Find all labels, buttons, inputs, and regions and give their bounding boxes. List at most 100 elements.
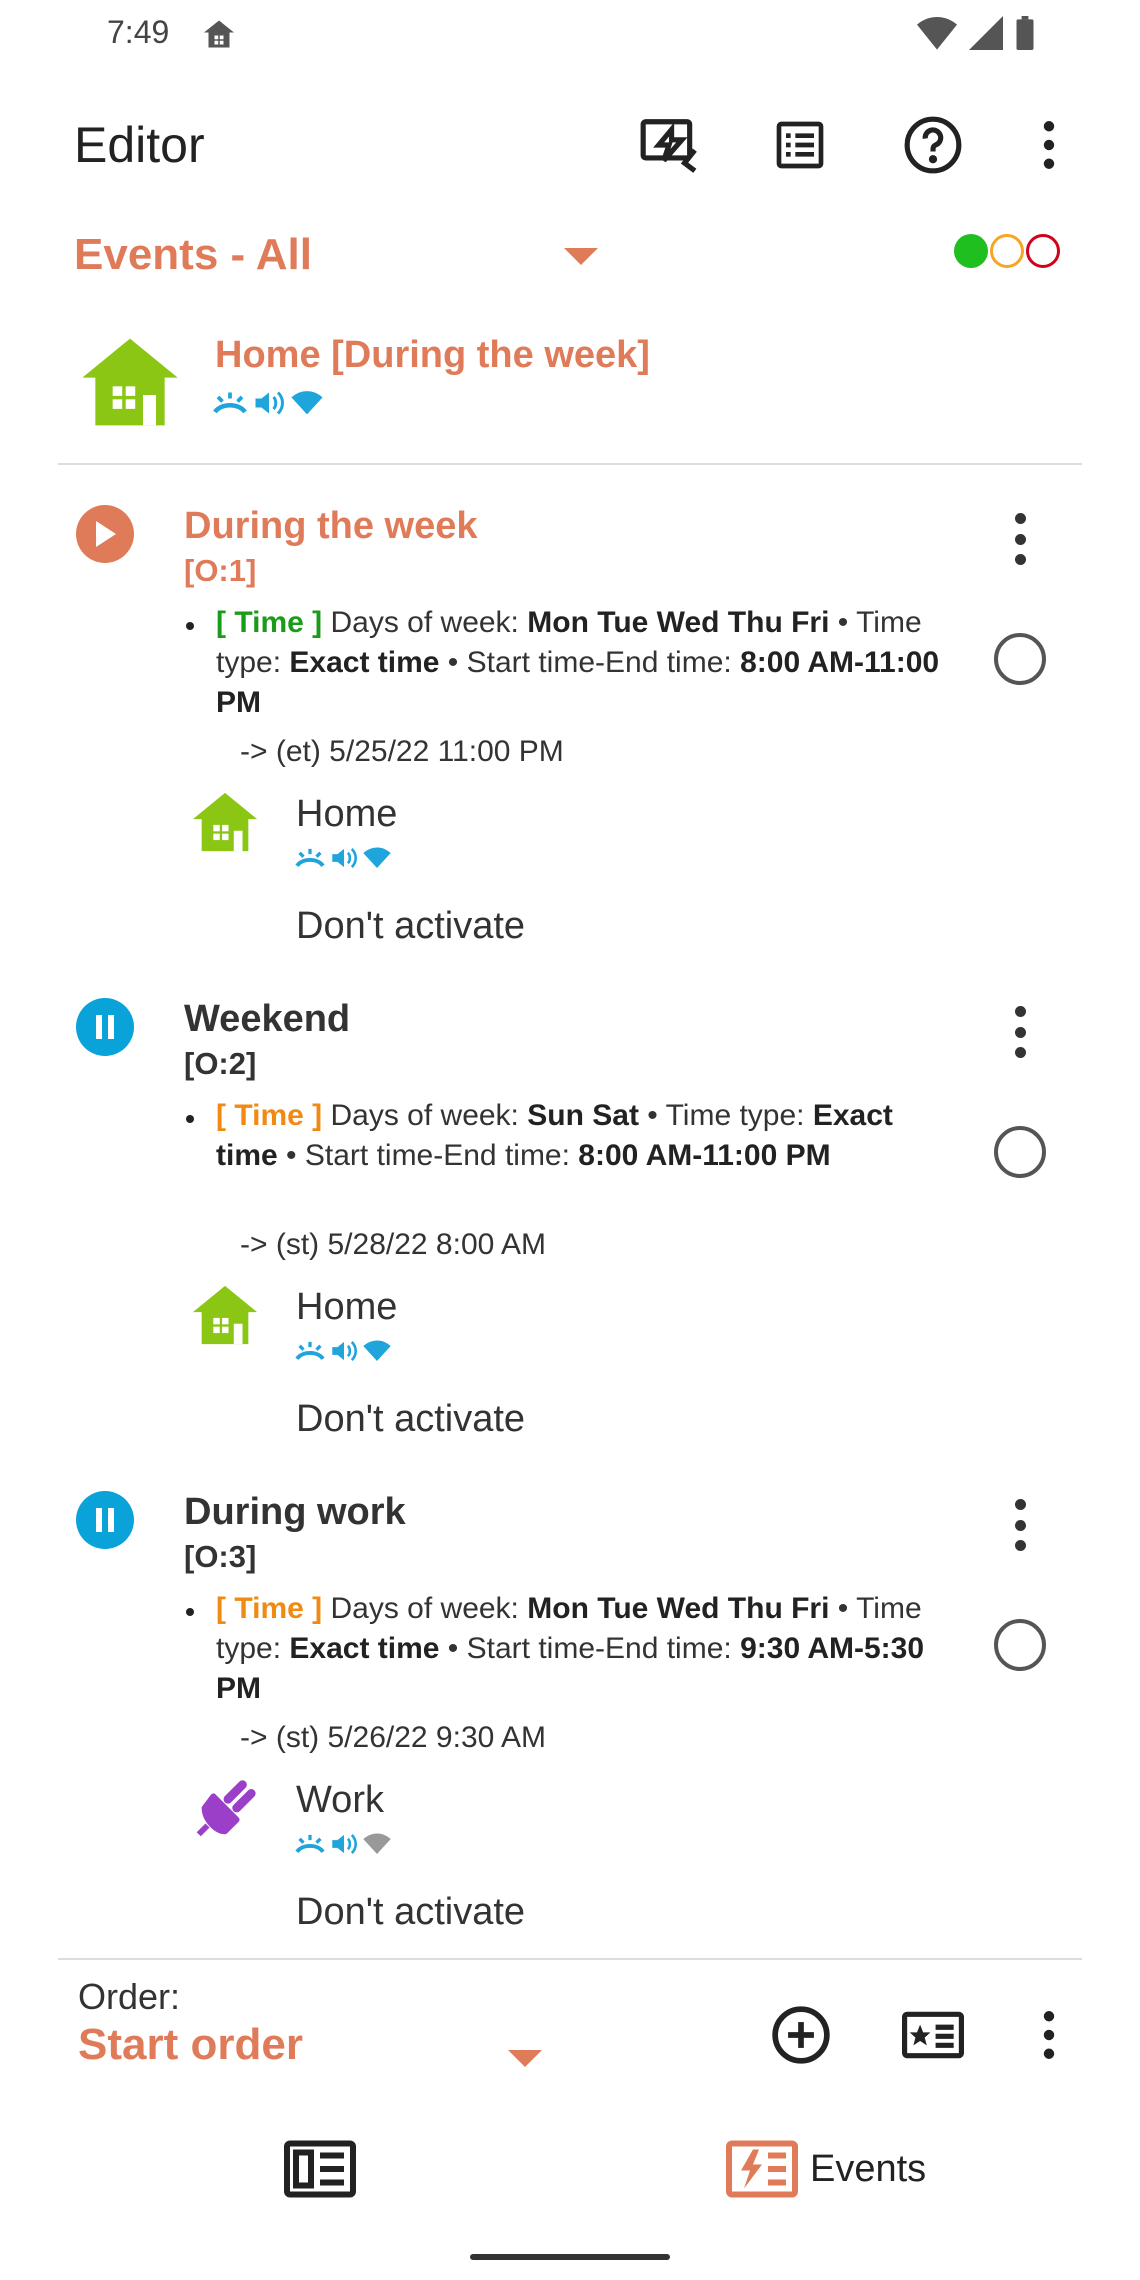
home-profile-icon — [192, 792, 258, 852]
activity-log-icon[interactable] — [634, 110, 704, 180]
home-profile-icon — [192, 1285, 258, 1345]
filter-label: Events - All — [74, 230, 312, 279]
volume-icon — [332, 847, 357, 869]
dropdown-arrow-icon[interactable] — [508, 2050, 542, 2067]
bottom-navigation: Events — [0, 2120, 1140, 2230]
ringtone-icon — [213, 392, 247, 414]
condition-days: Sun Sat — [527, 1099, 639, 1132]
profiles-tab-icon — [284, 2140, 356, 2198]
wifi-off-icon — [363, 1833, 391, 1854]
gesture-bar[interactable] — [470, 2254, 670, 2260]
condition-days: Mon Tue Wed Thu Fri — [527, 1592, 830, 1625]
event-condition: [ Time ] Days of week: Mon Tue Wed Thu F… — [216, 606, 940, 719]
bullet — [186, 1115, 194, 1123]
dropdown-arrow-icon — [564, 248, 598, 265]
event-end-action: Don't activate — [296, 1398, 526, 1440]
condition-type: Exact time — [289, 1632, 440, 1665]
event-start-profile: Home — [296, 1286, 398, 1328]
condition-range-label: Start time-End time: — [466, 646, 732, 679]
active-profile-name: Home [During the week] — [215, 334, 650, 376]
volume-icon — [332, 1340, 357, 1362]
event-menu-icon[interactable] — [1000, 1495, 1040, 1555]
next-trigger-time: -> (et) 5/25/22 11:00 PM — [240, 735, 564, 768]
condition-tag: [ Time ] — [216, 1099, 323, 1132]
page-title: Editor — [74, 117, 205, 173]
condition-range: 8:00 AM-11:00 PM — [578, 1139, 831, 1172]
event-paused-icon[interactable] — [76, 1491, 134, 1549]
next-trigger-time: -> (st) 5/28/22 8:00 AM — [240, 1228, 546, 1261]
condition-days-label: Days of week: — [330, 606, 519, 639]
list-icon[interactable] — [765, 110, 835, 180]
order-dropdown[interactable]: Start order — [78, 2020, 303, 2070]
add-event-icon[interactable] — [766, 2000, 836, 2070]
condition-tag: [ Time ] — [216, 606, 323, 639]
event-running-icon[interactable] — [76, 505, 134, 563]
ringtone-icon — [295, 1834, 325, 1854]
profile-summary-icons — [294, 1831, 392, 1857]
overflow-menu-icon[interactable] — [1014, 2000, 1084, 2070]
status-indicator — [954, 234, 1060, 268]
event-start-profile: Home — [296, 793, 398, 835]
wifi-icon — [291, 391, 323, 415]
bullet — [186, 1608, 194, 1616]
event-order: [O:1] — [184, 553, 257, 588]
events-tab-icon — [726, 2140, 798, 2198]
wifi-icon — [917, 17, 957, 50]
home-profile-icon — [82, 338, 178, 426]
ringtone-icon — [295, 1341, 325, 1361]
status-time: 7:49 — [107, 14, 170, 50]
event-start-profile: Work — [296, 1779, 384, 1821]
running-status-dot — [954, 234, 988, 268]
event-condition: [ Time ] Days of week: Mon Tue Wed Thu F… — [216, 1592, 925, 1705]
battery-icon — [1016, 16, 1034, 50]
profile-summary-icons — [294, 1338, 392, 1364]
event-name: Weekend — [184, 998, 351, 1040]
stopped-status-dot — [1026, 234, 1060, 268]
overflow-menu-icon[interactable] — [1014, 110, 1084, 180]
event-name: During work — [184, 1491, 406, 1533]
event-name: During the week — [184, 505, 478, 547]
active-profile[interactable]: Home [During the week] — [0, 320, 1140, 450]
help-icon[interactable] — [898, 110, 968, 180]
event-select-radio[interactable] — [994, 1126, 1046, 1178]
condition-range-label: Start time-End time: — [466, 1632, 732, 1665]
tab-events-label: Events — [810, 2147, 927, 2190]
condition-days-label: Days of week: — [330, 1592, 519, 1625]
app-bar: Editor — [0, 90, 1140, 200]
status-bar: 7:49 — [0, 0, 1140, 70]
tab-events[interactable]: Events — [726, 2140, 926, 2198]
profile-summary-icons — [294, 845, 392, 871]
event-select-radio[interactable] — [994, 633, 1046, 685]
event-filter-dropdown[interactable]: Events - All — [0, 220, 1140, 290]
event-paused-icon[interactable] — [76, 998, 134, 1056]
event-menu-icon[interactable] — [1000, 1002, 1040, 1062]
event-order: [O:3] — [184, 1539, 257, 1574]
wifi-icon — [363, 1340, 391, 1361]
event-end-action: Don't activate — [296, 905, 526, 947]
order-label: Order: — [78, 1976, 181, 2017]
work-profile-icon — [196, 1780, 256, 1837]
condition-days: Mon Tue Wed Thu Fri — [527, 606, 830, 639]
profile-summary-icons — [212, 388, 324, 418]
ringtone-icon — [295, 848, 325, 868]
bullet — [186, 622, 194, 630]
home-notification-icon — [204, 20, 234, 48]
event-end-action: Don't activate — [296, 1891, 526, 1933]
divider — [58, 1958, 1082, 1960]
condition-type-label: Time type: — [665, 1099, 805, 1132]
wifi-icon — [363, 847, 391, 868]
condition-days-label: Days of week: — [330, 1099, 519, 1132]
profile-card-icon[interactable] — [898, 2000, 968, 2070]
event-select-radio[interactable] — [994, 1619, 1046, 1671]
condition-type: Exact time — [289, 646, 440, 679]
volume-icon — [332, 1833, 357, 1855]
signal-icon — [969, 16, 1003, 50]
paused-status-dot — [990, 234, 1024, 268]
divider — [58, 463, 1082, 465]
condition-range-label: Start time-End time: — [304, 1139, 570, 1172]
next-trigger-time: -> (st) 5/26/22 9:30 AM — [240, 1721, 546, 1754]
condition-tag: [ Time ] — [216, 1592, 323, 1625]
tab-profiles[interactable] — [284, 2140, 356, 2198]
event-menu-icon[interactable] — [1000, 509, 1040, 569]
event-condition: [ Time ] Days of week: Sun Sat • Time ty… — [216, 1099, 893, 1172]
